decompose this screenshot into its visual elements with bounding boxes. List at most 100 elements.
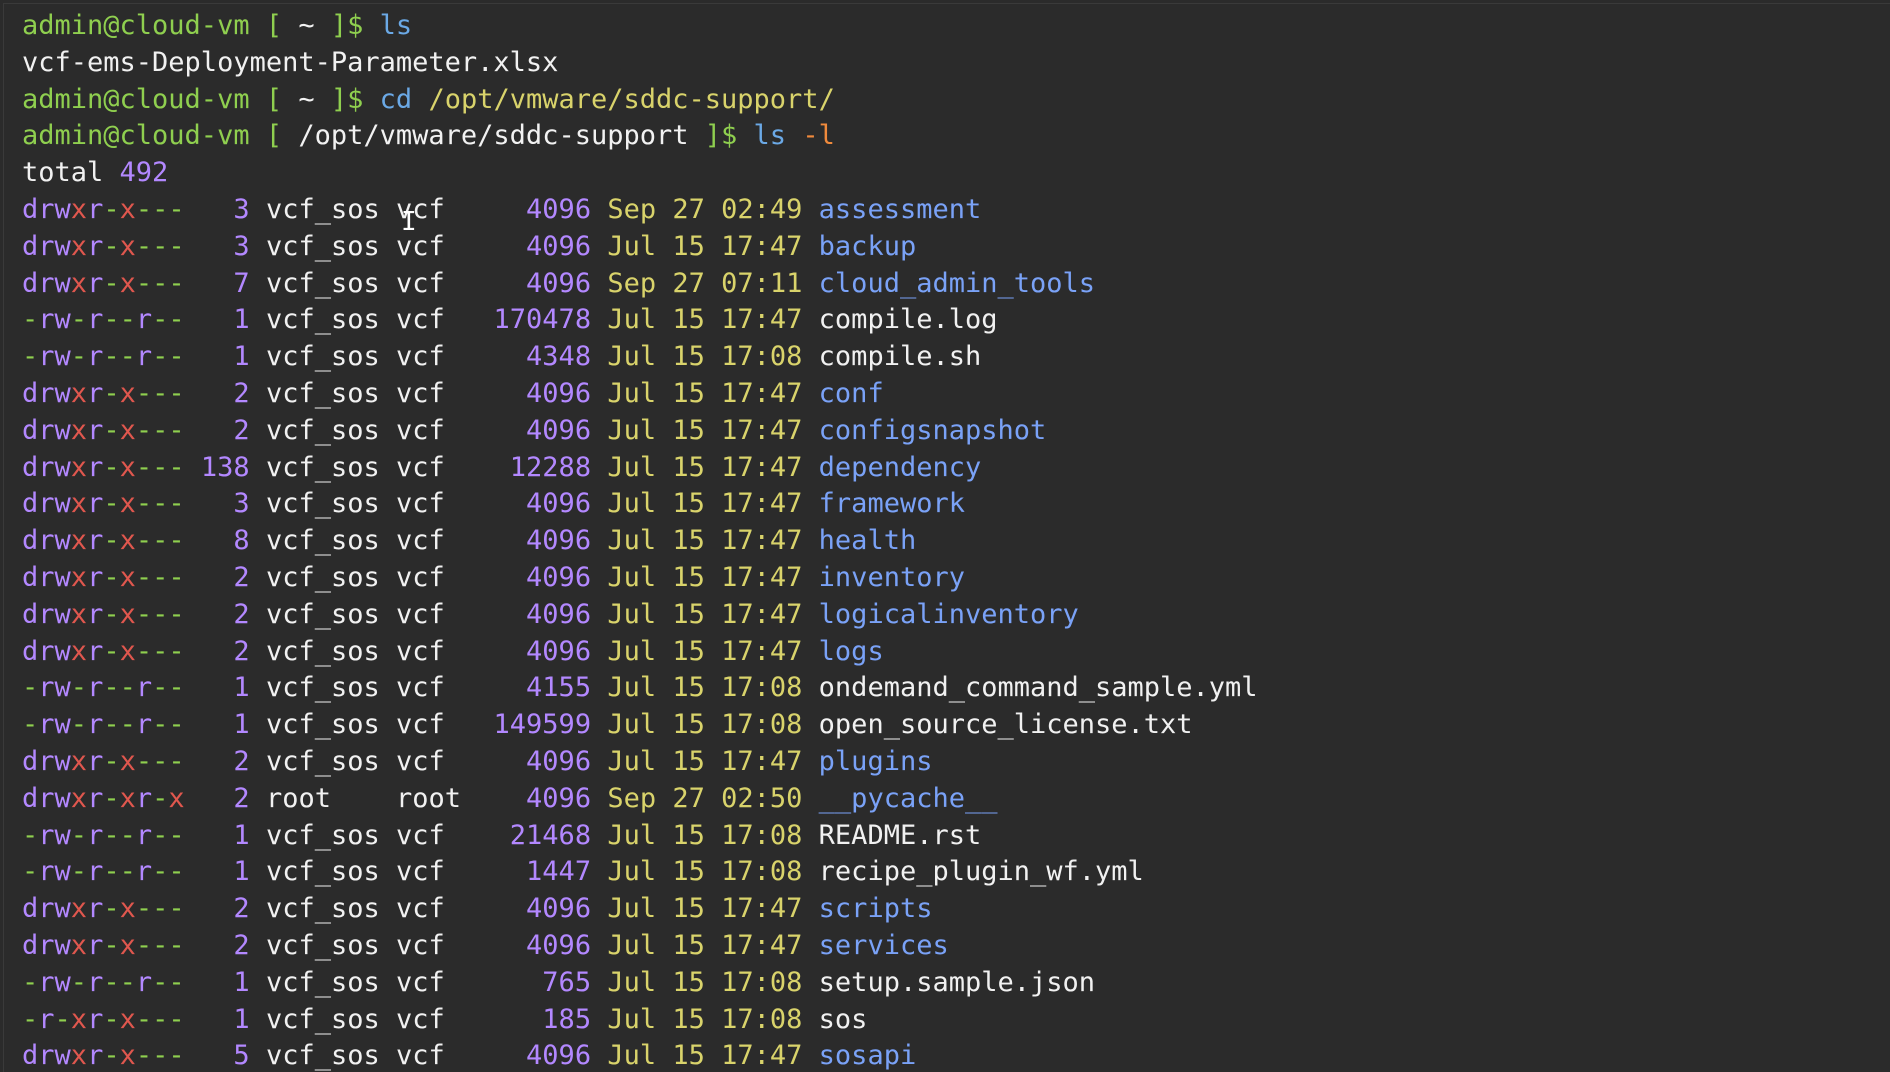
modified-date: Jul 15 17:47	[591, 230, 803, 262]
link-count: 7	[184, 267, 250, 299]
permission-char: r	[87, 893, 104, 925]
permission-char: -	[22, 341, 39, 373]
permission-char: r	[87, 1003, 104, 1035]
link-count: 138	[184, 451, 250, 483]
permission-char: -	[103, 893, 120, 925]
permission-char: r	[38, 267, 55, 299]
permission-char: -	[54, 1003, 71, 1035]
prompt-symbol: ]$	[688, 120, 754, 152]
permission-char: d	[22, 230, 39, 262]
permission-char: -	[168, 635, 185, 667]
directory-name: sosapi	[818, 1040, 917, 1072]
permission-char: -	[168, 856, 185, 888]
directory-name: scripts	[818, 893, 933, 925]
owner: vcf_sos	[249, 488, 396, 520]
permissions: drwxr-x---	[22, 415, 185, 446]
permission-char: -	[22, 304, 39, 336]
group: vcf	[396, 709, 478, 741]
file-size: 4096	[477, 782, 592, 814]
permission-char: -	[103, 709, 120, 741]
listing-row: drwxr-xr-x 2 root root 4096 Sep 27 02:50…	[22, 781, 1890, 818]
permissions: drwxr-x---	[22, 599, 185, 630]
terminal-window[interactable]: admin@cloud-vm [ ~ ]$ ls vcf-ems-Deployme…	[3, 3, 1890, 1072]
owner: root	[249, 782, 396, 814]
modified-date: Jul 15 17:47	[591, 598, 803, 630]
permission-char: -	[152, 598, 169, 630]
permission-char: w	[54, 377, 71, 409]
owner: vcf_sos	[249, 1003, 396, 1035]
permission-char: -	[152, 929, 169, 961]
permission-char: d	[22, 193, 39, 225]
permission-char: d	[22, 377, 39, 409]
permission-char: x	[70, 451, 88, 483]
permission-char: r	[87, 709, 104, 741]
permission-char: x	[119, 414, 136, 446]
owner: vcf_sos	[249, 819, 396, 851]
file-name: open_source_license.txt	[818, 709, 1193, 741]
permission-char: w	[54, 782, 71, 814]
permission-char: -	[152, 230, 169, 262]
permission-char: r	[38, 672, 55, 704]
group: vcf	[396, 745, 478, 777]
file-size: 21468	[477, 819, 592, 851]
permission-char: -	[119, 819, 136, 851]
listing-row: drwxr-x--- 2 vcf_sos vcf 4096 Jul 15 17:…	[22, 560, 1890, 597]
permission-char: w	[54, 230, 71, 262]
owner: vcf_sos	[249, 856, 396, 888]
permission-char: r	[135, 341, 153, 373]
permission-char: -	[103, 561, 120, 593]
permissions: -rw-r--r--	[22, 672, 185, 703]
link-count: 1	[184, 304, 250, 336]
command-name: cd	[379, 83, 413, 115]
permission-char: r	[38, 745, 55, 777]
modified-date: Jul 15 17:47	[591, 745, 803, 777]
text-cursor-ibeam-icon: I	[401, 207, 417, 237]
group: vcf	[396, 819, 478, 851]
prompt-path: ~	[298, 83, 315, 115]
permission-char: -	[103, 525, 120, 557]
group: vcf	[396, 341, 478, 373]
link-count: 2	[184, 598, 250, 630]
link-count: 3	[184, 193, 250, 225]
permissions: drwxr-x---	[22, 746, 185, 777]
permission-char: -	[152, 782, 169, 814]
permission-char: -	[135, 230, 153, 262]
file-name: recipe_plugin_wf.yml	[818, 856, 1144, 888]
link-count: 1	[184, 856, 250, 888]
prompt-path: /opt/vmware/sddc-support	[298, 120, 689, 152]
permission-char: -	[119, 341, 136, 373]
permission-char: d	[22, 893, 39, 925]
permission-char: -	[152, 709, 169, 741]
permission-char: d	[22, 561, 39, 593]
directory-name: __pycache__	[818, 782, 998, 814]
permission-char: -	[152, 414, 169, 446]
permission-char: r	[87, 451, 104, 483]
group: vcf	[396, 635, 478, 667]
directory-name: backup	[818, 230, 917, 262]
permission-char: r	[135, 966, 153, 998]
permission-char: -	[135, 414, 153, 446]
permission-char: -	[168, 709, 185, 741]
group: vcf	[396, 856, 478, 888]
permission-char: -	[152, 561, 169, 593]
permission-char: -	[135, 193, 153, 225]
permission-char: x	[70, 929, 88, 961]
group: vcf	[396, 966, 478, 998]
owner: vcf_sos	[249, 1040, 396, 1072]
link-count: 2	[184, 893, 250, 925]
permission-char: -	[22, 966, 39, 998]
file-size: 4096	[477, 929, 592, 961]
permissions: drwxr-x---	[22, 636, 185, 667]
output-line: vcf-ems-Deployment-Parameter.xlsx	[22, 45, 1890, 82]
listing-row: drwxr-x--- 2 vcf_sos vcf 4096 Jul 15 17:…	[22, 376, 1890, 413]
permission-char: r	[38, 451, 55, 483]
permission-char: w	[54, 193, 71, 225]
permission-char: r	[38, 561, 55, 593]
modified-date: Jul 15 17:47	[591, 525, 803, 557]
permissions: -rw-r--r--	[22, 820, 185, 851]
permission-char: -	[103, 193, 120, 225]
